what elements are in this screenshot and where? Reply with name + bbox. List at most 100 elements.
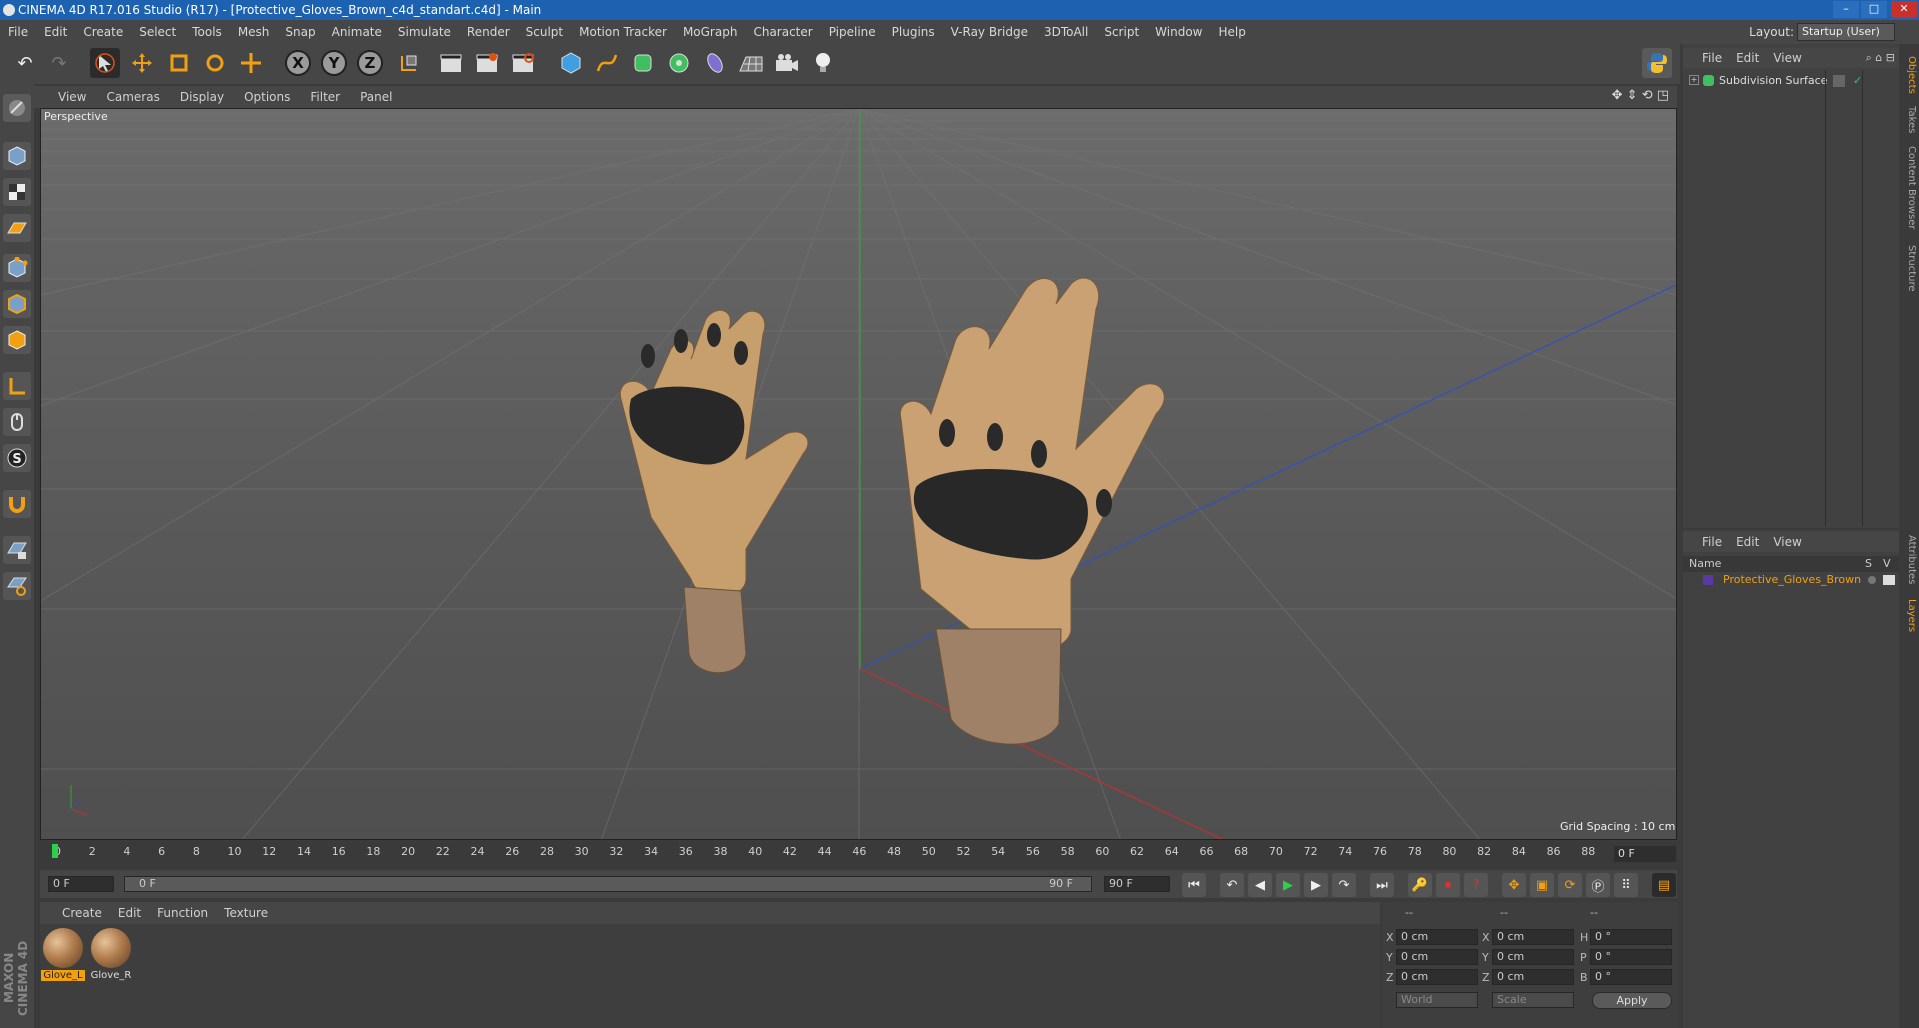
material-menu-texture[interactable]: Texture xyxy=(216,902,276,924)
tab-layers[interactable]: Layers xyxy=(1902,596,1917,636)
render-view-button[interactable] xyxy=(436,48,466,78)
rotation-h-field[interactable]: 0 ° xyxy=(1590,929,1672,945)
menu-sculpt[interactable]: Sculpt xyxy=(518,20,571,44)
viewport-menu-display[interactable]: Display xyxy=(170,86,234,108)
current-frame-field[interactable]: 0 F xyxy=(1614,846,1676,862)
texture-mode-button[interactable] xyxy=(3,178,31,206)
menu-pipeline[interactable]: Pipeline xyxy=(821,20,884,44)
material-swatch[interactable]: Glove_R xyxy=(89,926,133,984)
previous-frame-button[interactable]: ◀ xyxy=(1248,873,1272,897)
snap-button[interactable]: S xyxy=(3,444,31,472)
minimize-button[interactable]: – xyxy=(1833,1,1859,18)
material-menu-edit[interactable]: Edit xyxy=(110,902,149,924)
planar-workplane-button[interactable] xyxy=(3,572,31,600)
viewport-menu-options[interactable]: Options xyxy=(234,86,300,108)
layout-select[interactable]: Startup (User) xyxy=(1797,23,1895,41)
menu-select[interactable]: Select xyxy=(131,20,184,44)
viewport-menu-view[interactable]: View xyxy=(48,86,96,108)
menu-character[interactable]: Character xyxy=(745,20,820,44)
magnet-button[interactable] xyxy=(3,490,31,518)
y-axis-toggle[interactable]: Y xyxy=(321,50,347,76)
close-button[interactable]: ✕ xyxy=(1891,1,1917,18)
timeline-window-button[interactable]: ▤ xyxy=(1652,873,1676,897)
size-z-field[interactable]: 0 cm xyxy=(1492,969,1574,985)
material-menu-function[interactable]: Function xyxy=(149,902,216,924)
key-position-button[interactable]: ✥ xyxy=(1502,873,1526,897)
add-deformer-button[interactable] xyxy=(700,48,730,78)
layer-row[interactable]: Protective_Gloves_Brown xyxy=(1683,572,1899,588)
make-editable-button[interactable] xyxy=(3,94,31,122)
play-button[interactable]: ▶ xyxy=(1276,873,1300,897)
perspective-viewport[interactable] xyxy=(40,108,1677,840)
apply-button[interactable]: Apply xyxy=(1592,992,1672,1009)
enable-axis-button[interactable] xyxy=(3,372,31,400)
tag-icon[interactable] xyxy=(1833,75,1845,87)
auto-keying-button[interactable]: ⏺ xyxy=(1436,873,1460,897)
go-to-start-button[interactable]: ⏮ xyxy=(1182,873,1206,897)
size-y-field[interactable]: 0 cm xyxy=(1492,949,1574,965)
menu-mesh[interactable]: Mesh xyxy=(230,20,278,44)
object-menu-edit[interactable]: Edit xyxy=(1729,48,1766,68)
menu-mograph[interactable]: MoGraph xyxy=(675,20,746,44)
enabled-check-icon[interactable]: ✓ xyxy=(1853,74,1862,87)
object-menu-view[interactable]: View xyxy=(1766,48,1808,68)
live-selection-tool[interactable] xyxy=(90,48,120,78)
lock-workplane-button[interactable] xyxy=(3,536,31,564)
viewport-menu-cameras[interactable]: Cameras xyxy=(96,86,169,108)
size-x-field[interactable]: 0 cm xyxy=(1492,929,1574,945)
add-light-button[interactable] xyxy=(808,48,838,78)
coordinate-mode-select[interactable]: World xyxy=(1396,992,1478,1008)
menu-motion-tracker[interactable]: Motion Tracker xyxy=(571,20,675,44)
render-settings-button[interactable] xyxy=(508,48,538,78)
material-swatch[interactable]: Glove_L xyxy=(41,926,85,984)
record-keys-button[interactable]: 🔑 xyxy=(1408,873,1432,897)
menu-3dtoall[interactable]: 3DToAll xyxy=(1036,20,1096,44)
key-rotation-button[interactable]: ⟳ xyxy=(1558,873,1582,897)
tab-objects[interactable]: Objects xyxy=(1902,52,1917,98)
add-subdivision-button[interactable] xyxy=(628,48,658,78)
previous-key-button[interactable]: ↶ xyxy=(1220,873,1244,897)
layer-menu-file[interactable]: File xyxy=(1695,532,1729,552)
viewport-menu-panel[interactable]: Panel xyxy=(350,86,402,108)
go-to-end-button[interactable]: ⏭ xyxy=(1370,873,1394,897)
menu-create[interactable]: Create xyxy=(75,20,131,44)
add-mograph-button[interactable] xyxy=(664,48,694,78)
position-z-field[interactable]: 0 cm xyxy=(1396,969,1478,985)
transform-tool[interactable] xyxy=(236,48,266,78)
position-y-field[interactable]: 0 cm xyxy=(1396,949,1478,965)
rotation-b-field[interactable]: 0 ° xyxy=(1590,969,1672,985)
move-tool[interactable] xyxy=(127,48,157,78)
position-x-field[interactable]: 0 cm xyxy=(1396,929,1478,945)
tab-attributes[interactable]: Attributes xyxy=(1902,532,1917,588)
viewport-menu-filter[interactable]: Filter xyxy=(300,86,350,108)
layer-menu-view[interactable]: View xyxy=(1766,532,1808,552)
menu-help[interactable]: Help xyxy=(1210,20,1253,44)
edges-mode-button[interactable] xyxy=(3,290,31,318)
redo-button[interactable]: ↷ xyxy=(44,48,74,78)
end-frame-field[interactable]: 90 F xyxy=(1104,876,1170,892)
x-axis-toggle[interactable]: X xyxy=(285,50,311,76)
workplane-mode-button[interactable] xyxy=(3,214,31,242)
add-floor-button[interactable] xyxy=(736,48,766,78)
tab-content-browser[interactable]: Content Browser xyxy=(1902,146,1917,230)
render-picture-viewer-button[interactable] xyxy=(472,48,502,78)
layer-color-swatch[interactable] xyxy=(1703,575,1713,585)
transform-mode-select[interactable]: Scale xyxy=(1492,992,1574,1008)
add-camera-button[interactable] xyxy=(772,48,802,78)
rotate-tool[interactable] xyxy=(200,48,230,78)
undo-button[interactable]: ↶ xyxy=(10,48,40,78)
key-parameter-button[interactable]: Ⓟ xyxy=(1586,873,1610,897)
menu-window[interactable]: Window xyxy=(1147,20,1210,44)
object-manager-search-icon[interactable]: ⌕ ⌂ ⊟ xyxy=(1866,51,1895,65)
polygons-mode-button[interactable] xyxy=(3,326,31,354)
scale-tool[interactable] xyxy=(164,48,194,78)
python-button[interactable] xyxy=(1642,48,1672,78)
layer-menu-edit[interactable]: Edit xyxy=(1729,532,1766,552)
tab-structure[interactable]: Structure xyxy=(1902,242,1917,294)
expand-icon[interactable]: + xyxy=(1689,75,1699,85)
points-mode-button[interactable] xyxy=(3,254,31,282)
menu-render[interactable]: Render xyxy=(459,20,518,44)
key-scale-button[interactable]: ▣ xyxy=(1530,873,1554,897)
coordinate-system-button[interactable] xyxy=(394,48,424,78)
keyframe-selection-button[interactable]: ? xyxy=(1464,873,1488,897)
